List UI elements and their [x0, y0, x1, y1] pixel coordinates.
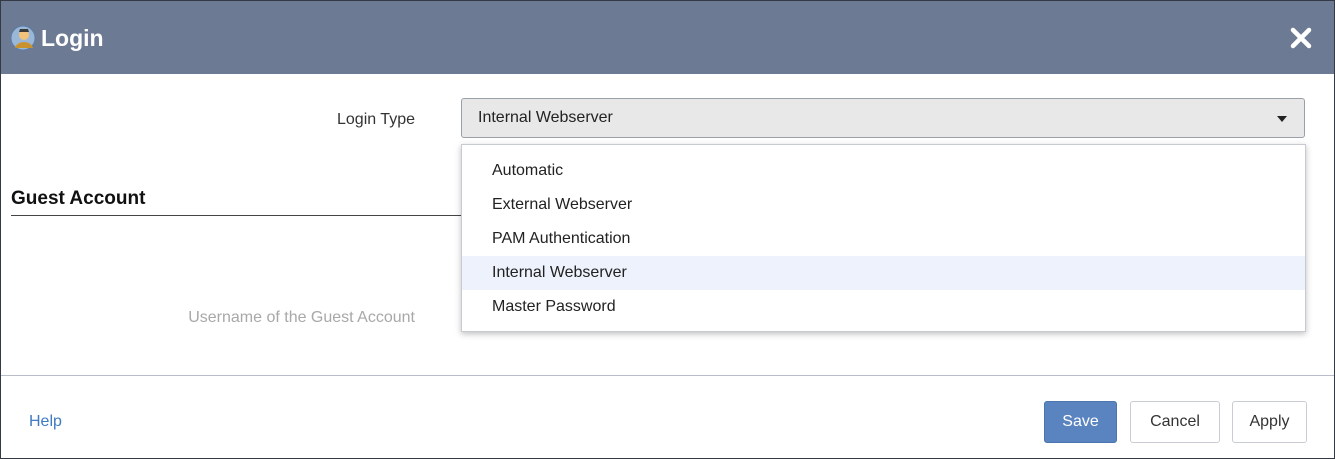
- dialog-title: Login: [41, 25, 104, 51]
- guest-username-label: Username of the Guest Account: [188, 309, 415, 326]
- help-link[interactable]: Help: [29, 413, 62, 431]
- option-internal-webserver[interactable]: Internal Webserver: [462, 256, 1305, 290]
- apply-button[interactable]: Apply: [1232, 401, 1307, 443]
- guest-account-heading: Guest Account: [11, 188, 146, 209]
- save-button[interactable]: Save: [1044, 401, 1117, 443]
- dialog-titlebar: Login: [1, 1, 1334, 74]
- login-type-select[interactable]: Internal Webserver: [461, 98, 1305, 138]
- login-type-value: Internal Webserver: [478, 109, 613, 126]
- option-pam-authentication[interactable]: PAM Authentication: [462, 222, 1305, 256]
- footer-divider: [1, 375, 1334, 376]
- login-type-options: Automatic External Webserver PAM Authent…: [462, 145, 1305, 324]
- option-automatic[interactable]: Automatic: [462, 154, 1305, 188]
- login-dialog: Login Login Type Internal Webserver Gues…: [0, 0, 1335, 459]
- login-type-label: Login Type: [337, 111, 415, 128]
- option-external-webserver[interactable]: External Webserver: [462, 188, 1305, 222]
- close-icon[interactable]: [1288, 25, 1314, 51]
- login-type-dropdown: Automatic External Webserver PAM Authent…: [461, 144, 1306, 332]
- section-divider: [11, 215, 463, 216]
- login-user-icon: [10, 25, 36, 51]
- option-master-password[interactable]: Master Password: [462, 290, 1305, 324]
- cancel-button[interactable]: Cancel: [1130, 401, 1220, 443]
- chevron-down-icon: [1277, 116, 1287, 122]
